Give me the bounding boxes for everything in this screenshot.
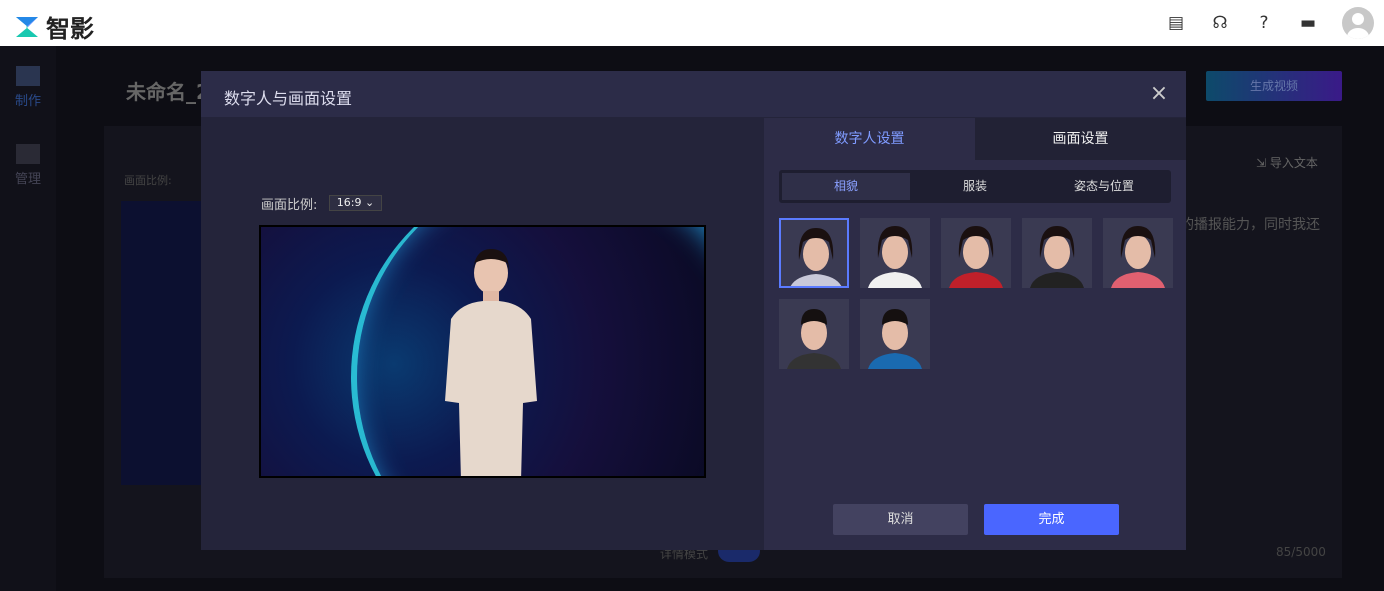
avatar-portrait (790, 228, 842, 286)
ratio-value: 16:9 (336, 196, 362, 209)
top-bar: 智影 ▤ ☊ ? ▬ (0, 0, 1384, 46)
ratio-select[interactable]: 16:9 ⌄ (329, 195, 382, 211)
subtab-clothing[interactable]: 服装 (911, 173, 1039, 200)
project-title: 未命名_2 (126, 80, 210, 104)
app-name: 智影 (46, 15, 94, 43)
avatar-portrait (868, 309, 922, 369)
avatar-portrait (787, 309, 841, 369)
video-icon (16, 66, 40, 86)
avatar-option[interactable] (860, 218, 930, 288)
confirm-button[interactable]: 完成 (984, 504, 1119, 535)
import-text-button[interactable]: ⇲ 导入文本 (1256, 154, 1318, 171)
dialog-title: 数字人与画面设置 (224, 89, 353, 108)
message-icon[interactable]: ▬ (1297, 12, 1319, 34)
avatar-option[interactable] (860, 299, 930, 369)
folder-icon (16, 144, 40, 164)
sidebar-item-create[interactable]: 制作 (0, 66, 56, 109)
avatar-option[interactable] (1103, 218, 1173, 288)
bg-ratio-label: 画面比例: (124, 174, 172, 187)
avatar-option[interactable] (779, 218, 849, 288)
import-icon: ⇲ (1256, 156, 1270, 170)
subtabs: 相貌 服装 姿态与位置 (779, 170, 1171, 203)
char-count: 85/5000 (1276, 545, 1326, 559)
subtab-pose[interactable]: 姿态与位置 (1040, 173, 1168, 200)
sidebar-item-manage[interactable]: 管理 (0, 144, 56, 187)
clipboard-icon[interactable]: ▤ (1165, 12, 1187, 34)
ratio-label: 画面比例: (261, 198, 318, 213)
generate-video-button[interactable]: 生成视频 (1206, 71, 1342, 101)
avatar-option[interactable] (779, 299, 849, 369)
avatar-portrait (1030, 226, 1084, 288)
logo-icon (16, 16, 38, 37)
avatar-portrait (868, 226, 922, 288)
sidebar-item-label: 制作 (14, 94, 41, 109)
settings-panel: 数字人设置 画面设置 相貌 服装 姿态与位置 取消 完成 (764, 118, 1186, 550)
user-avatar[interactable] (1342, 7, 1374, 39)
sidebar-item-label: 管理 (14, 172, 41, 187)
digital-human-figure (445, 249, 537, 476)
video-preview (259, 225, 706, 478)
dialog-header: 数字人与画面设置 × (201, 71, 1186, 117)
avatar-portrait (1111, 226, 1165, 288)
headset-icon[interactable]: ☊ (1209, 12, 1231, 34)
avatar-portrait (949, 226, 1003, 288)
avatar-option[interactable] (1022, 218, 1092, 288)
tab-scene[interactable]: 画面设置 (975, 118, 1186, 160)
script-text[interactable]: 的播报能力，同时我还 (1180, 214, 1320, 234)
subtab-appearance[interactable]: 相貌 (782, 173, 910, 200)
digital-human-settings-dialog: 数字人与画面设置 × 画面比例: 16:9 ⌄ 数字人设置 画面设置 相貌 服装… (201, 71, 1186, 550)
tab-digital-human[interactable]: 数字人设置 (764, 118, 975, 160)
logo[interactable]: 智影 (14, 9, 94, 44)
sidebar: 制作 管理 (0, 46, 56, 591)
close-icon[interactable]: × (1147, 81, 1171, 107)
cancel-button[interactable]: 取消 (833, 504, 968, 535)
chevron-down-icon: ⌄ (364, 196, 375, 209)
bg-preview (121, 201, 206, 485)
import-label: 导入文本 (1269, 156, 1318, 170)
help-icon[interactable]: ? (1253, 12, 1275, 34)
avatar-option[interactable] (941, 218, 1011, 288)
